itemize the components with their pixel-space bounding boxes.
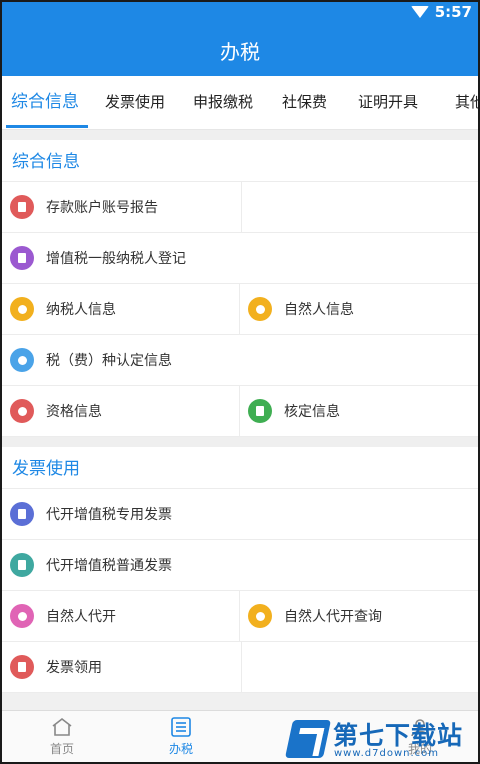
item-label: 核定信息 (284, 404, 340, 420)
app-frame: 5:57 办税 综合信息 发票使用 申报缴税 社保费 证明开具 其他 综合信息 … (0, 0, 480, 764)
invoice-box-icon (10, 553, 34, 577)
tab-other[interactable]: 其他 (455, 76, 478, 129)
item-natural-person-issue[interactable]: 自然人代开 (2, 591, 240, 641)
item-label: 自然人信息 (284, 302, 354, 318)
wifi-icon (410, 6, 429, 18)
item-label: 代开增值税专用发票 (46, 507, 172, 523)
list-row: 代开增值税专用发票 (2, 489, 478, 540)
list-icon (171, 717, 191, 737)
tab-declare-pay[interactable]: 申报缴税 (193, 76, 253, 129)
item-taxpayer-info[interactable]: 纳税人信息 (2, 284, 240, 334)
item-label: 自然人代开 (46, 609, 116, 625)
list-row: 发票领用 (2, 642, 478, 693)
list-row: 纳税人信息 自然人信息 (2, 284, 478, 335)
watermark-title: 第七下载站 (333, 721, 464, 750)
list-row: 存款账户账号报告 (2, 182, 478, 233)
person-query-icon (248, 604, 272, 628)
ticket-icon (10, 655, 34, 679)
list-row: 自然人代开 自然人代开查询 (2, 591, 478, 642)
section-title: 发票使用 (2, 447, 478, 489)
tab-invoice-use[interactable]: 发票使用 (105, 76, 165, 129)
item-qualification-info[interactable]: 资格信息 (2, 386, 240, 436)
section-title: 综合信息 (2, 140, 478, 182)
watermark-url: www.d7down.com (334, 748, 440, 759)
nav-label: 办税 (168, 742, 193, 756)
item-label: 发票领用 (46, 660, 102, 676)
item-label: 代开增值税普通发票 (46, 558, 172, 574)
item-label: 纳税人信息 (46, 302, 116, 318)
watermark: 第七下载站 www.d7down.com (284, 714, 477, 762)
item-natural-person-info[interactable]: 自然人信息 (240, 284, 478, 334)
list-row: 增值税一般纳税人登记 (2, 233, 478, 284)
home-icon (52, 717, 72, 736)
status-bar: 5:57 (2, 2, 478, 24)
assessment-icon (248, 399, 272, 423)
item-tax-type-determination[interactable]: 税（费）种认定信息 (2, 335, 478, 385)
taxpayer-icon (10, 297, 34, 321)
list-row: 资格信息 核定信息 (2, 386, 478, 437)
item-vat-ordinary-invoice[interactable]: 代开增值税普通发票 (2, 540, 478, 590)
item-label: 存款账户账号报告 (46, 200, 158, 216)
qualification-icon (10, 399, 34, 423)
item-label: 增值税一般纳税人登记 (46, 251, 186, 267)
item-natural-person-query[interactable]: 自然人代开查询 (240, 591, 478, 641)
document-icon (10, 246, 34, 270)
page-title: 办税 (220, 39, 260, 64)
tab-social-insurance[interactable]: 社保费 (282, 76, 327, 129)
watermark-logo-icon (284, 720, 332, 758)
list-row: 代开增值税普通发票 (2, 540, 478, 591)
item-deposit-account-report[interactable]: 存款账户账号报告 (2, 182, 242, 232)
person-icon (248, 297, 272, 321)
nav-home[interactable]: 首页 (32, 717, 92, 757)
nav-tax[interactable]: 办税 (151, 717, 211, 757)
tab-general-info[interactable]: 综合信息 (11, 76, 79, 129)
active-tab-indicator (6, 125, 88, 128)
person-invoice-icon (10, 604, 34, 628)
category-tabs: 综合信息 发票使用 申报缴税 社保费 证明开具 其他 (2, 76, 478, 130)
item-vat-general-registration[interactable]: 增值税一般纳税人登记 (2, 233, 478, 283)
invoice-icon (10, 502, 34, 526)
item-label: 自然人代开查询 (284, 609, 382, 625)
nav-label: 首页 (49, 742, 74, 756)
item-label: 税（费）种认定信息 (46, 353, 172, 369)
list-row: 税（费）种认定信息 (2, 335, 478, 386)
item-label: 资格信息 (46, 404, 102, 420)
tab-certificates[interactable]: 证明开具 (358, 76, 418, 129)
status-time: 5:57 (434, 3, 472, 21)
verify-shield-icon (10, 348, 34, 372)
item-assessment-info[interactable]: 核定信息 (240, 386, 478, 436)
item-vat-special-invoice[interactable]: 代开增值税专用发票 (2, 489, 478, 539)
service-list: 综合信息 存款账户账号报告 增值税一般纳税人登记 纳税人信息 自然人信息 税（费… (2, 130, 478, 710)
bank-report-icon (10, 195, 34, 219)
item-invoice-collection[interactable]: 发票领用 (2, 642, 242, 692)
app-bar: 办税 (2, 24, 478, 76)
